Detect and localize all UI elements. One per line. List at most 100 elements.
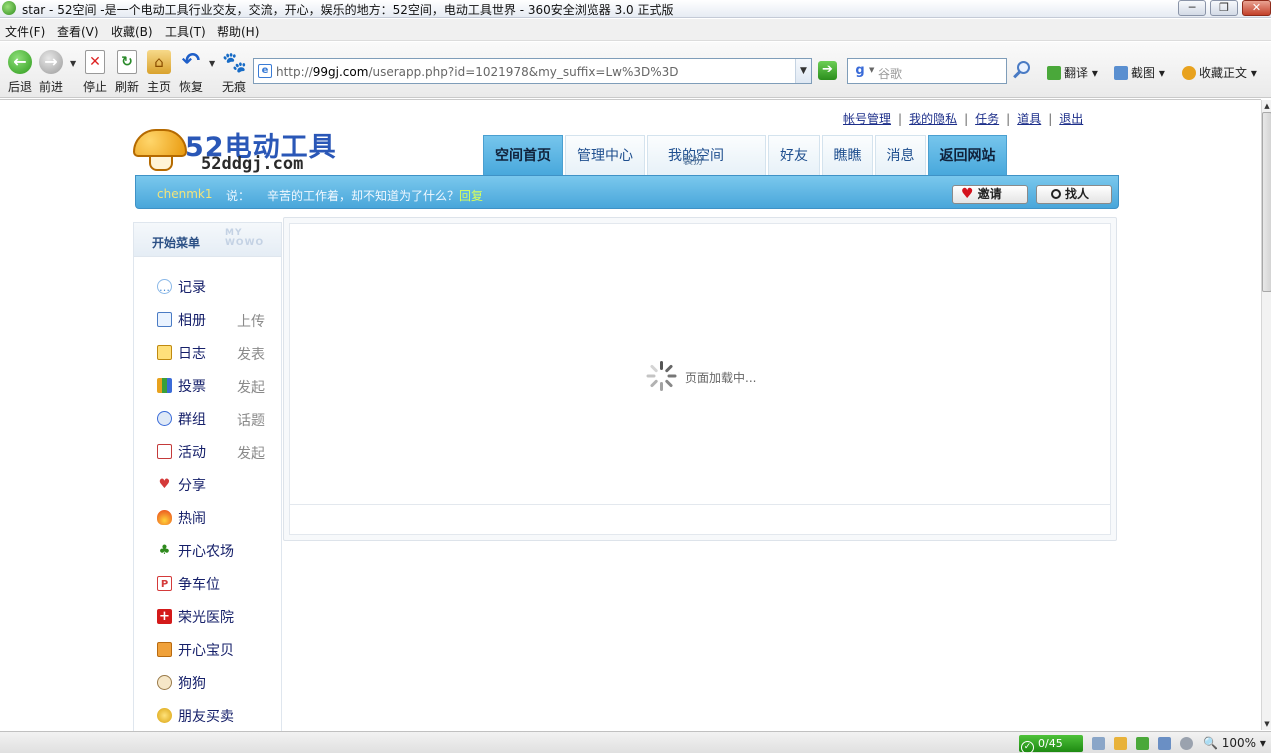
address-bar[interactable]: e http://99gj.com/userapp.php?id=1021978… xyxy=(253,58,812,84)
menu-item-label[interactable]: 争车位 xyxy=(178,574,220,594)
menu-item-label[interactable]: 群组 xyxy=(178,409,206,429)
minimize-button[interactable]: ─ xyxy=(1178,0,1206,16)
menu-item-parking[interactable]: P 争车位 xyxy=(157,574,282,594)
loading-text: 页面加载中... xyxy=(685,371,757,385)
window-icon[interactable] xyxy=(1158,737,1171,750)
menu-item-share[interactable]: ♥ 分享 xyxy=(157,475,282,495)
menu-item-trade-friends[interactable]: 朋友买卖 xyxy=(157,706,282,726)
logo-text-en: 52ddgj.com xyxy=(201,154,304,174)
menu-help[interactable]: 帮助(H) xyxy=(217,23,259,40)
restore-button[interactable]: ↶ 恢复 xyxy=(174,50,208,95)
menu-item-hot[interactable]: 热闹 xyxy=(157,508,282,528)
google-icon[interactable]: g xyxy=(852,63,868,79)
scroll-down-icon[interactable]: ▼ xyxy=(1262,718,1271,730)
menu-favorites[interactable]: 收藏(B) xyxy=(111,23,153,40)
app-iframe: 页面加载中... xyxy=(289,223,1111,535)
translate-icon xyxy=(1047,66,1061,80)
zoom-level[interactable]: 🔍 100% ▾ xyxy=(1203,736,1266,750)
menu-item-label[interactable]: 投票 xyxy=(178,376,206,396)
menu-item-blog[interactable]: 日志 发表 xyxy=(157,343,282,363)
menu-tools[interactable]: 工具(T) xyxy=(165,23,206,40)
privacy-link[interactable]: 我的隐私 xyxy=(909,112,957,126)
speech-bubble-icon: … xyxy=(157,279,172,294)
menu-item-poll[interactable]: 投票 发起 xyxy=(157,376,282,396)
menu-item-label[interactable]: 朋友买卖 xyxy=(178,706,234,726)
address-dropdown-icon[interactable]: ▼ xyxy=(795,59,811,83)
menu-item-label[interactable]: 开心宝贝 xyxy=(178,640,234,660)
speaker-icon[interactable] xyxy=(1180,737,1193,750)
tab-my-space[interactable]: 我的空间 装扮 xyxy=(647,135,766,175)
tab-messages[interactable]: 消息 xyxy=(875,135,926,175)
status-bar: ✓ 0/45 🔍 100% ▾ xyxy=(0,731,1271,753)
account-manage-link[interactable]: 帐号管理 xyxy=(843,112,891,126)
scrollbar-thumb[interactable] xyxy=(1262,112,1271,292)
vertical-scrollbar[interactable]: ▲ ▼ xyxy=(1261,100,1271,730)
forward-dropdown-icon[interactable]: ▼ xyxy=(70,59,76,68)
dog-icon xyxy=(157,675,172,690)
tab-friends[interactable]: 好友 xyxy=(768,135,820,175)
menu-item-label[interactable]: 记录 xyxy=(178,277,206,297)
menu-view[interactable]: 查看(V) xyxy=(57,23,99,40)
menu-item-action[interactable]: 发表 xyxy=(237,344,265,364)
stop-button[interactable]: ✕ 停止 xyxy=(78,50,112,95)
menu-item-label[interactable]: 狗狗 xyxy=(178,673,206,693)
translate-button[interactable]: 翻译 ▾ xyxy=(1047,64,1098,81)
find-people-button[interactable]: 找人 xyxy=(1036,185,1112,204)
screenshot-button[interactable]: 截图 ▾ xyxy=(1114,64,1165,81)
menu-item-baby[interactable]: 开心宝贝 xyxy=(157,640,282,660)
invite-button[interactable]: ♥ 邀请 xyxy=(952,185,1028,204)
username-link[interactable]: chenmk1 xyxy=(157,187,212,201)
start-menu-header: 开始菜单 MY WOWO xyxy=(134,223,281,257)
engine-dropdown-icon[interactable]: ▼ xyxy=(869,66,874,74)
refresh-button[interactable]: ↻ 刷新 xyxy=(110,50,144,95)
menu-item-group[interactable]: 群组 话题 xyxy=(157,409,282,429)
site-logo[interactable]: 52电动工具 52ddgj.com xyxy=(133,125,338,175)
restore-dropdown-icon[interactable]: ▼ xyxy=(209,59,215,68)
back-button[interactable]: ← 后退 xyxy=(3,50,37,95)
menu-item-farm[interactable]: ♣ 开心农场 xyxy=(157,541,282,561)
tab-look[interactable]: 瞧瞧 xyxy=(822,135,873,175)
menu-item-record[interactable]: … 记录 xyxy=(157,277,282,297)
menu-item-label[interactable]: 开心农场 xyxy=(178,541,234,561)
menu-item-label[interactable]: 荣光医院 xyxy=(178,607,234,627)
scroll-up-icon[interactable]: ▲ xyxy=(1262,100,1271,112)
menu-item-label[interactable]: 分享 xyxy=(178,475,206,495)
menu-item-album[interactable]: 相册 上传 xyxy=(157,310,282,330)
download-icon[interactable] xyxy=(1092,737,1105,750)
notrace-button[interactable]: 🐾 无痕 xyxy=(217,50,251,95)
collect-text-button[interactable]: 收藏正文 ▾ xyxy=(1182,64,1257,81)
search-input[interactable]: g ▼ 谷歌 xyxy=(847,58,1007,84)
menu-item-hospital[interactable]: + 荣光医院 xyxy=(157,607,282,627)
address-url[interactable]: http://99gj.com/userapp.php?id=1021978&m… xyxy=(276,65,679,79)
menu-item-dog[interactable]: 狗狗 xyxy=(157,673,282,693)
go-button[interactable]: ➔ xyxy=(818,61,837,80)
props-link[interactable]: 道具 xyxy=(1017,112,1041,126)
tab-manage-center[interactable]: 管理中心 xyxy=(565,135,645,175)
tab-space-home[interactable]: 空间首页 xyxy=(483,135,563,175)
status-message-bar: chenmk1 说： 辛苦的工作着，却不知道为了什么？回复 ♥ 邀请 找人 xyxy=(135,175,1119,209)
menu-item-action[interactable]: 发起 xyxy=(237,443,265,463)
forward-button[interactable]: → 前进 xyxy=(34,50,68,95)
home-button[interactable]: ⌂ 主页 xyxy=(142,50,176,95)
menu-item-action[interactable]: 发起 xyxy=(237,377,265,397)
baby-icon xyxy=(157,642,172,657)
search-icon[interactable] xyxy=(1011,60,1033,82)
menu-file[interactable]: 文件(F) xyxy=(5,23,45,40)
title-bar: star - 52空间 -是一个电动工具行业交友，交流，开心，娱乐的地方：52空… xyxy=(0,0,1271,18)
maximize-button[interactable]: ❐ xyxy=(1210,0,1238,16)
shield-icon[interactable] xyxy=(1114,737,1127,750)
menu-item-label[interactable]: 相册 xyxy=(178,310,206,330)
menu-item-label[interactable]: 日志 xyxy=(178,343,206,363)
menu-item-event[interactable]: 活动 发起 xyxy=(157,442,282,462)
security-status-badge[interactable]: ✓ 0/45 xyxy=(1019,735,1083,753)
menu-item-label[interactable]: 活动 xyxy=(178,442,206,462)
close-window-button[interactable]: ✕ xyxy=(1242,0,1271,16)
menu-item-label[interactable]: 热闹 xyxy=(178,508,206,528)
menu-item-action[interactable]: 话题 xyxy=(237,410,265,430)
menu-item-action[interactable]: 上传 xyxy=(237,311,265,331)
reply-link[interactable]: 回复 xyxy=(459,189,483,203)
page-tool-icon[interactable] xyxy=(1136,737,1149,750)
tab-back-to-site[interactable]: 返回网站 xyxy=(928,135,1007,175)
logout-link[interactable]: 退出 xyxy=(1059,112,1083,126)
tasks-link[interactable]: 任务 xyxy=(975,112,999,126)
